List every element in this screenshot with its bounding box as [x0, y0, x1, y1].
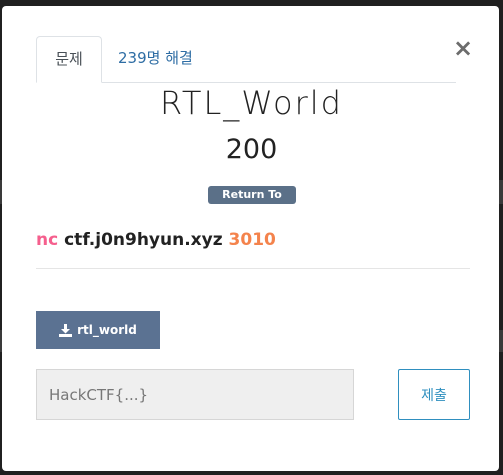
nc-command: nc	[36, 230, 59, 250]
close-icon[interactable]: ×	[453, 36, 473, 60]
connection-host: ctf.j0n9hyun.xyz	[64, 230, 223, 250]
tab-challenge[interactable]: 문제	[36, 36, 102, 83]
submit-button[interactable]: 제출	[398, 369, 470, 420]
file-name: rtl_world	[77, 323, 137, 337]
download-icon	[59, 323, 73, 337]
connection-port: 3010	[228, 230, 276, 250]
tab-solves[interactable]: 239명 해결	[118, 36, 193, 82]
modal-tabs: 문제 239명 해결	[36, 36, 456, 83]
category-badge: Return To Libc	[208, 186, 296, 219]
file-download-button[interactable]: rtl_world	[36, 311, 160, 349]
challenge-points: 200	[225, 134, 278, 165]
divider	[36, 268, 470, 269]
challenge-title: RTL_World	[160, 84, 343, 122]
connection-info: nc ctf.j0n9hyun.xyz 3010	[36, 230, 276, 250]
flag-input[interactable]	[36, 369, 354, 420]
